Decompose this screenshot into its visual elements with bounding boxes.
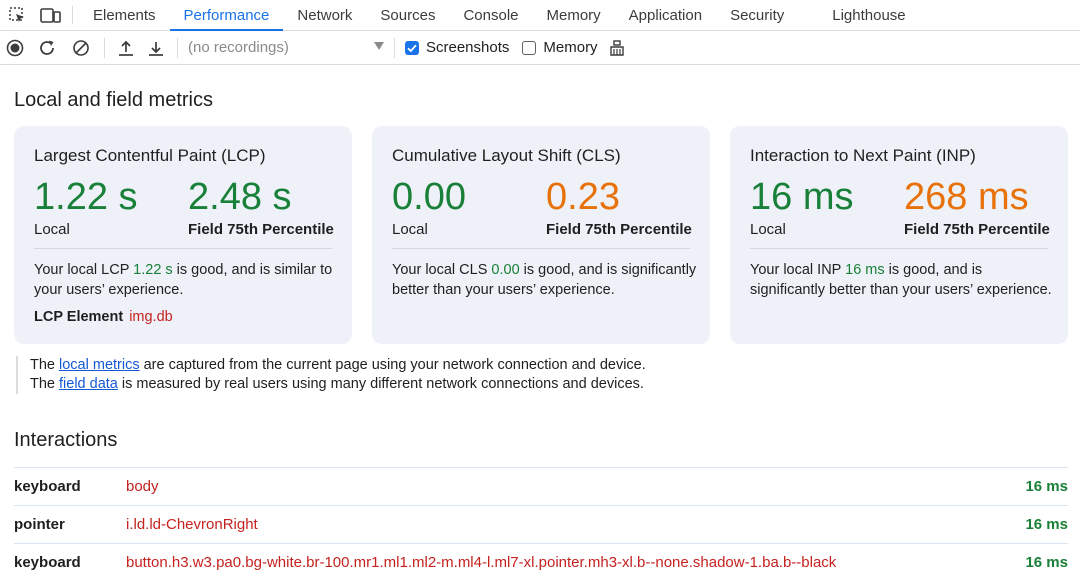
tab-console[interactable]: Console [449, 0, 532, 30]
card-divider [34, 248, 332, 249]
interaction-duration: 16 ms [1025, 554, 1068, 571]
field-value: 0.23 [546, 176, 620, 218]
lcp-element-label: LCP Element [34, 309, 124, 325]
interaction-duration: 16 ms [1025, 516, 1068, 533]
card-divider [392, 248, 690, 249]
note-line-field: The field data is measured by real users… [30, 375, 646, 394]
screenshots-label: Screenshots [426, 39, 510, 56]
interaction-node[interactable]: i.ld.ld-ChevronRight [126, 516, 1008, 533]
local-label: Local [750, 221, 786, 238]
inspect-element-icon[interactable] [0, 0, 34, 30]
card-divider [750, 248, 1048, 249]
interaction-type: keyboard [14, 478, 81, 495]
desc-text: Your local INP [750, 262, 846, 278]
lcp-element-node[interactable]: img.db [129, 309, 173, 325]
card-description: Your local INP 16 ms is good, and is sig… [750, 260, 1055, 300]
devtools-tabbar: Elements Performance Network Sources Con… [0, 0, 1080, 31]
desc-text: Your local LCP [34, 262, 134, 278]
local-value: 1.22 s [34, 176, 138, 218]
section-title-metrics: Local and field metrics [14, 89, 213, 111]
field-value: 268 ms [904, 176, 1029, 218]
note-text: The [30, 376, 60, 392]
card-description: Your local CLS 0.00 is good, and is sign… [392, 260, 697, 300]
local-label: Local [34, 221, 70, 238]
card-title: Interaction to Next Paint (INP) [750, 146, 976, 165]
inp-card: Interaction to Next Paint (INP) 16 ms Lo… [730, 126, 1068, 344]
device-toolbar-icon[interactable] [34, 0, 68, 30]
tab-elements[interactable]: Elements [79, 0, 170, 30]
tab-lighthouse[interactable]: Lighthouse [818, 0, 919, 30]
card-title: Largest Contentful Paint (LCP) [34, 146, 266, 165]
performance-toolbar: (no recordings) Screenshots Memory [0, 31, 1080, 65]
local-label: Local [392, 221, 428, 238]
screenshots-checkbox[interactable]: Screenshots [405, 39, 509, 56]
interaction-row[interactable]: pointer i.ld.ld-ChevronRight 16 ms [14, 505, 1068, 543]
local-value: 0.00 [392, 176, 466, 218]
tab-memory[interactable]: Memory [533, 0, 615, 30]
interaction-type: pointer [14, 516, 65, 533]
lcp-element: LCP Element img.db [34, 309, 173, 325]
memory-label: Memory [543, 39, 598, 56]
recordings-select[interactable]: (no recordings) [188, 36, 388, 60]
tab-sources[interactable]: Sources [366, 0, 449, 30]
toolbar-separator [394, 37, 395, 58]
recordings-select-value: (no recordings) [188, 39, 289, 56]
checkbox-unchecked-icon[interactable] [522, 40, 537, 55]
interaction-type: keyboard [14, 554, 81, 571]
card-title: Cumulative Layout Shift (CLS) [392, 146, 621, 165]
toolbar-separator [177, 37, 178, 58]
local-value: 16 ms [750, 176, 854, 218]
tab-application[interactable]: Application [615, 0, 716, 30]
interaction-row[interactable]: keyboard button.h3.w3.pa0.bg-white.br-10… [14, 543, 1068, 581]
desc-value: 0.00 [491, 262, 520, 278]
field-value: 2.48 s [188, 176, 292, 218]
garbage-collect-icon[interactable] [600, 31, 634, 65]
field-label: Field 75th Percentile [188, 221, 334, 238]
lcp-card: Largest Contentful Paint (LCP) 1.22 s Lo… [14, 126, 352, 344]
cls-card: Cumulative Layout Shift (CLS) 0.00 Local… [372, 126, 710, 344]
note-text: is measured by real users using many dif… [117, 376, 644, 392]
note-line-local: The local metrics are captured from the … [30, 356, 646, 375]
clear-icon[interactable] [64, 31, 98, 65]
desc-text: Your local CLS [392, 262, 492, 278]
metrics-note: The local metrics are captured from the … [16, 356, 646, 394]
section-title-interactions: Interactions [14, 429, 118, 451]
tab-performance[interactable]: Performance [169, 0, 284, 31]
chevron-down-icon [374, 41, 384, 50]
upload-icon[interactable] [111, 31, 141, 65]
note-text: The [30, 357, 60, 373]
field-label: Field 75th Percentile [546, 221, 692, 238]
checkbox-checked-icon[interactable] [405, 40, 419, 55]
tabbar-separator [72, 6, 73, 24]
field-label: Field 75th Percentile [904, 221, 1050, 238]
interaction-node[interactable]: body [126, 478, 1008, 495]
interaction-duration: 16 ms [1025, 478, 1068, 495]
note-text: are captured from the current page using… [139, 357, 646, 373]
memory-checkbox[interactable]: Memory [522, 39, 598, 56]
download-icon[interactable] [141, 31, 171, 65]
interaction-row[interactable]: keyboard body 16 ms [14, 467, 1068, 505]
desc-value: 1.22 s [133, 262, 173, 278]
field-data-link[interactable]: field data [59, 376, 118, 392]
toolbar-separator [104, 37, 105, 58]
interaction-node[interactable]: button.h3.w3.pa0.bg-white.br-100.mr1.ml1… [126, 554, 1008, 571]
reload-record-icon[interactable] [30, 31, 64, 65]
desc-value: 16 ms [845, 262, 885, 278]
local-metrics-link[interactable]: local metrics [59, 357, 140, 373]
tab-network[interactable]: Network [283, 0, 366, 30]
card-description: Your local LCP 1.22 s is good, and is si… [34, 260, 339, 300]
record-icon[interactable] [0, 31, 30, 65]
tab-security[interactable]: Security [716, 0, 818, 30]
